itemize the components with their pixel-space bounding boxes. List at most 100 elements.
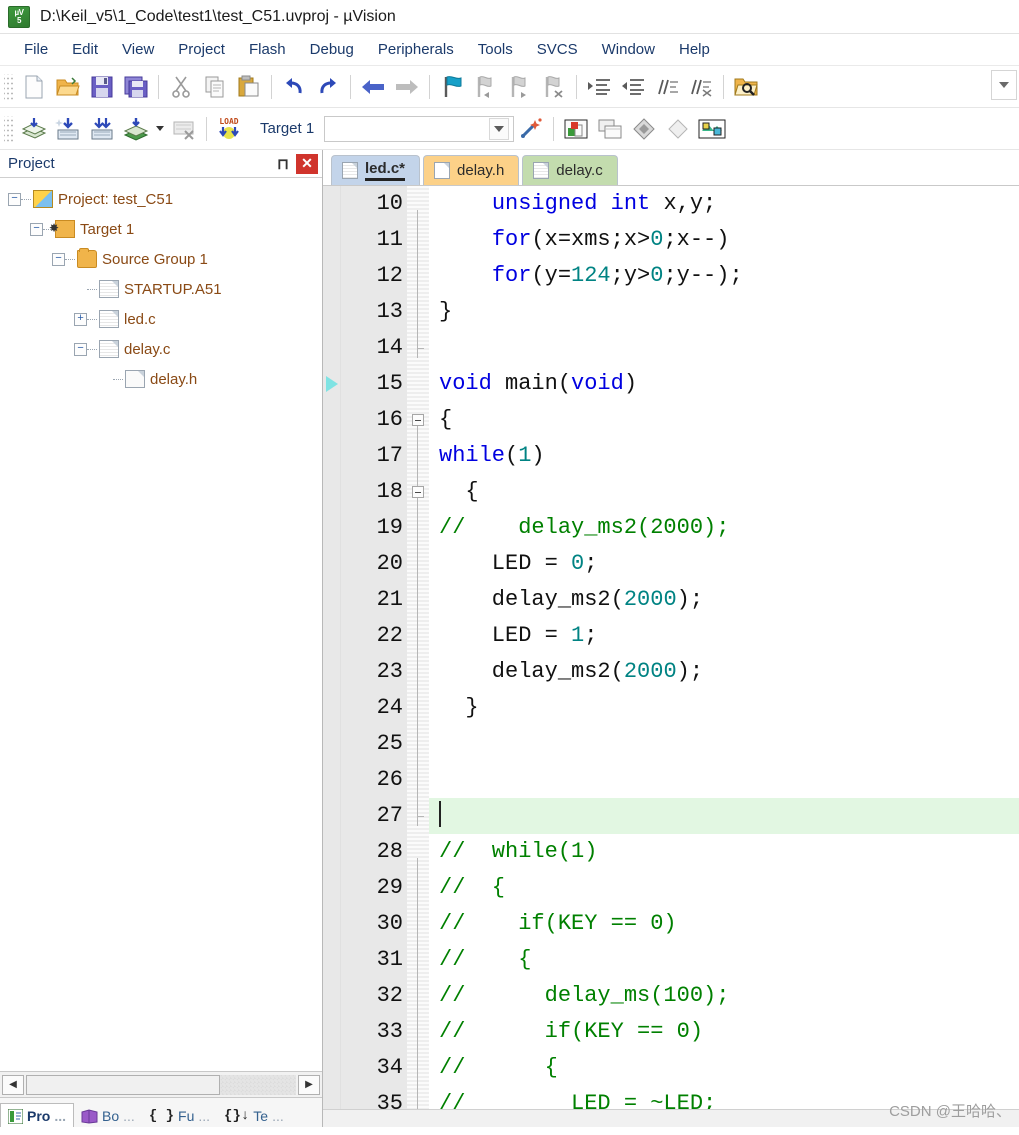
code-text[interactable]: unsigned int x,y; for(x=xms;x>0;x--) for… <box>429 186 1019 1109</box>
new-file-icon[interactable] <box>17 70 51 104</box>
navigate-forward-icon[interactable] <box>390 70 424 104</box>
tab-books[interactable]: Bo ... <box>74 1104 142 1127</box>
packs-icon[interactable] <box>695 112 729 146</box>
code-line[interactable]: // delay_ms2(2000); <box>429 510 1019 546</box>
undo-icon[interactable] <box>277 70 311 104</box>
batch-build-dropdown-icon[interactable] <box>153 112 167 146</box>
project-horizontal-scrollbar[interactable]: ◀ ▶ <box>0 1071 322 1097</box>
tree-item-project[interactable]: − Project: test_C51 <box>4 184 322 214</box>
code-line[interactable] <box>429 798 1019 834</box>
expander-collapse-icon[interactable]: − <box>8 192 21 206</box>
scroll-left-icon[interactable]: ◀ <box>2 1074 24 1095</box>
copy-icon[interactable] <box>198 70 232 104</box>
menu-flash[interactable]: Flash <box>237 37 298 62</box>
scroll-right-icon[interactable]: ▶ <box>298 1074 320 1095</box>
configure-target-wizard-icon[interactable] <box>514 112 548 146</box>
download-icon[interactable]: LOAD <box>212 112 246 146</box>
code-line[interactable]: // while(1) <box>429 834 1019 870</box>
code-line[interactable]: // if(KEY == 0) <box>429 906 1019 942</box>
chevron-down-icon[interactable] <box>489 117 510 140</box>
code-line[interactable]: delay_ms2(2000); <box>429 654 1019 690</box>
next-bookmark-icon[interactable] <box>503 70 537 104</box>
rebuild-all-icon[interactable] <box>85 112 119 146</box>
paste-icon[interactable] <box>232 70 266 104</box>
uncomment-selection-icon[interactable] <box>684 70 718 104</box>
menu-file[interactable]: File <box>12 37 60 62</box>
code-line[interactable]: for(y=124;y>0;y--); <box>429 258 1019 294</box>
indent-icon[interactable] <box>582 70 616 104</box>
expander-collapse-icon[interactable]: − <box>52 252 65 266</box>
expander-expand-icon[interactable]: + <box>74 312 87 326</box>
tree-item-delay-c[interactable]: − delay.c <box>4 334 322 364</box>
code-line[interactable]: // { <box>429 870 1019 906</box>
navigate-back-icon[interactable] <box>356 70 390 104</box>
menu-view[interactable]: View <box>110 37 166 62</box>
build-icon[interactable] <box>51 112 85 146</box>
expander-collapse-icon[interactable]: − <box>74 342 87 356</box>
code-line[interactable]: unsigned int x,y; <box>429 186 1019 222</box>
save-all-icon[interactable] <box>119 70 153 104</box>
code-line[interactable]: LED = 1; <box>429 618 1019 654</box>
editor-tab-delay-h[interactable]: delay.h <box>423 155 520 185</box>
batch-build-icon[interactable] <box>119 112 153 146</box>
code-line[interactable] <box>429 762 1019 798</box>
previous-bookmark-icon[interactable] <box>469 70 503 104</box>
save-icon[interactable] <box>85 70 119 104</box>
components-icon[interactable] <box>661 112 695 146</box>
code-line[interactable]: delay_ms2(2000); <box>429 582 1019 618</box>
code-line[interactable]: // { <box>429 942 1019 978</box>
pin-icon[interactable]: ⊓ <box>273 154 293 174</box>
tree-item-delay-h[interactable]: delay.h <box>4 364 322 394</box>
editor-tab-led-c[interactable]: led.c* <box>331 155 421 185</box>
editor-tab-delay-c[interactable]: delay.c <box>522 155 618 185</box>
multi-project-icon[interactable] <box>627 112 661 146</box>
find-in-files-icon[interactable] <box>729 70 763 104</box>
clear-bookmarks-icon[interactable] <box>537 70 571 104</box>
translate-icon[interactable] <box>17 112 51 146</box>
tab-project[interactable]: Pro ... <box>0 1103 75 1127</box>
fold-collapse-icon[interactable] <box>412 414 424 426</box>
menu-svcs[interactable]: SVCS <box>525 37 590 62</box>
outdent-icon[interactable] <box>616 70 650 104</box>
tab-functions[interactable]: { } Fu ... <box>142 1104 217 1127</box>
fold-collapse-icon[interactable] <box>412 486 424 498</box>
tab-templates[interactable]: {}↓ Te ... <box>217 1104 291 1127</box>
scrollbar-thumb[interactable] <box>26 1074 221 1095</box>
tree-item-startup-a51[interactable]: STARTUP.A51 <box>4 274 322 304</box>
code-line[interactable] <box>429 330 1019 366</box>
code-line[interactable]: } <box>429 690 1019 726</box>
expander-collapse-icon[interactable]: − <box>30 222 43 236</box>
code-line[interactable]: void main(void) <box>429 366 1019 402</box>
code-line[interactable]: while(1) <box>429 438 1019 474</box>
open-file-icon[interactable] <box>51 70 85 104</box>
redo-icon[interactable] <box>311 70 345 104</box>
code-line[interactable]: // delay_ms(100); <box>429 978 1019 1014</box>
menu-tools[interactable]: Tools <box>466 37 525 62</box>
tree-item-target[interactable]: − Target 1 <box>4 214 322 244</box>
scrollbar-track[interactable] <box>26 1074 296 1095</box>
code-editor[interactable]: 10 11 12 13 14 15 16 17 18 19 20 21 22 23 24 25 26 27 28 29… <box>323 186 1019 1109</box>
close-icon[interactable]: ✕ <box>296 153 318 174</box>
code-line[interactable]: } <box>429 294 1019 330</box>
toolbar-overflow-icon[interactable] <box>991 70 1017 100</box>
menu-window[interactable]: Window <box>590 37 667 62</box>
code-line[interactable]: // if(KEY == 0) <box>429 1014 1019 1050</box>
menu-edit[interactable]: Edit <box>60 37 110 62</box>
comment-selection-icon[interactable] <box>650 70 684 104</box>
code-line[interactable]: { <box>429 474 1019 510</box>
target-select[interactable] <box>324 115 515 142</box>
code-line[interactable]: // { <box>429 1050 1019 1086</box>
target-options-icon[interactable] <box>559 112 593 146</box>
manage-windows-icon[interactable] <box>593 112 627 146</box>
cut-icon[interactable] <box>164 70 198 104</box>
menu-debug[interactable]: Debug <box>298 37 366 62</box>
stop-build-icon[interactable] <box>167 112 201 146</box>
menu-help[interactable]: Help <box>667 37 722 62</box>
toolbar-grip[interactable] <box>4 115 14 142</box>
menu-peripherals[interactable]: Peripherals <box>366 37 466 62</box>
code-line[interactable]: for(x=xms;x>0;x--) <box>429 222 1019 258</box>
code-line[interactable]: { <box>429 402 1019 438</box>
tree-item-source-group[interactable]: − Source Group 1 <box>4 244 322 274</box>
code-line[interactable]: LED = 0; <box>429 546 1019 582</box>
toggle-bookmark-icon[interactable] <box>435 70 469 104</box>
